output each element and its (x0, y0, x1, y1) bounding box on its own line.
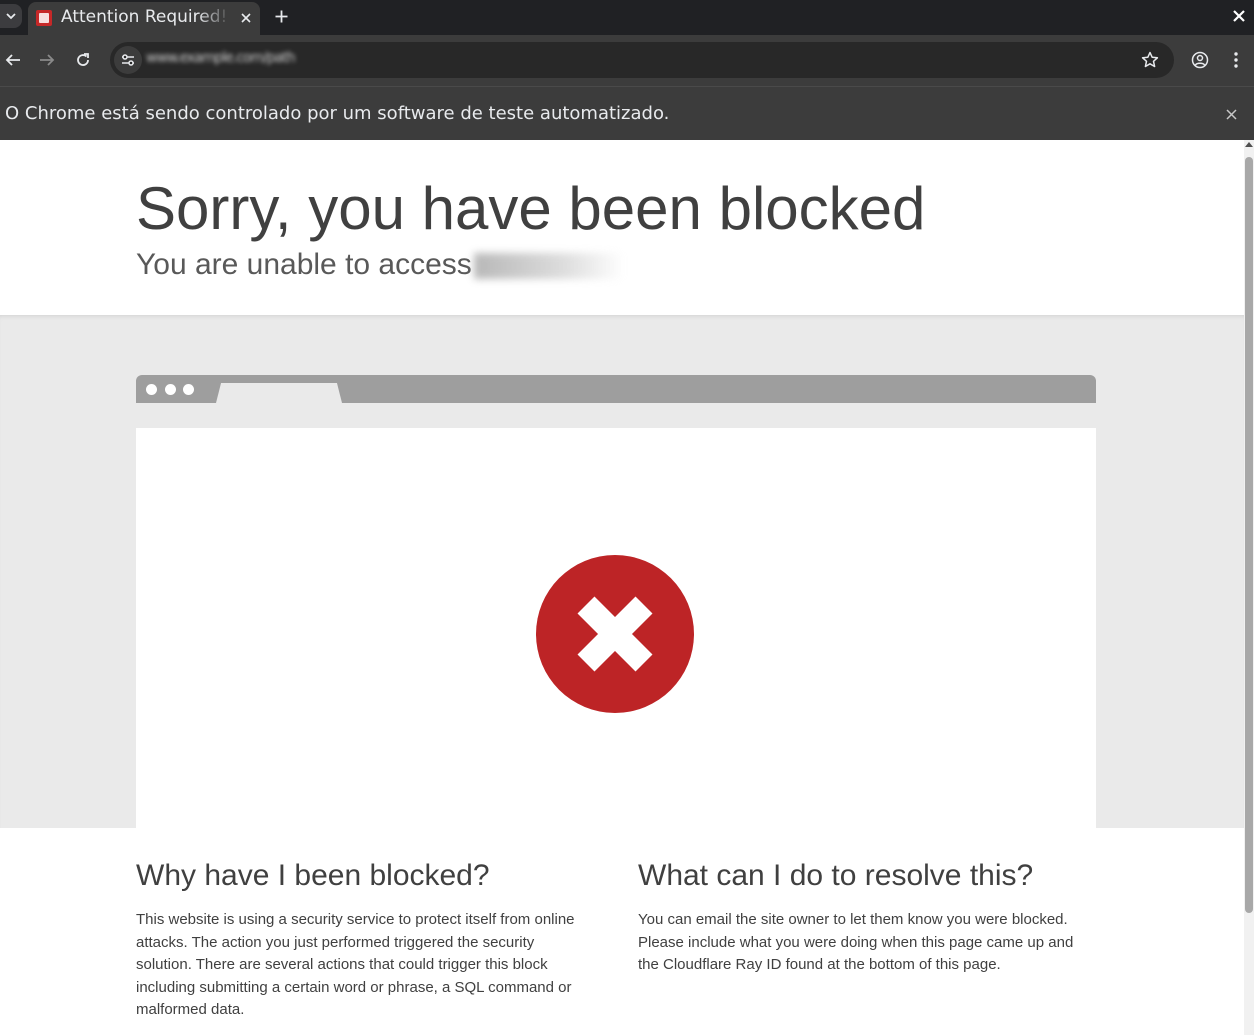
resolve-column: What can I do to resolve this? You can e… (638, 859, 1096, 977)
browser-illustration-window (136, 428, 1096, 828)
illustration-tab (216, 383, 342, 403)
blocked-x-icon (536, 555, 694, 713)
tab-close-button[interactable] (236, 8, 256, 28)
site-info-button[interactable] (114, 46, 142, 74)
page-title: Sorry, you have been blocked (136, 175, 926, 242)
infobar-close-button[interactable] (1220, 103, 1242, 125)
why-blocked-heading: Why have I been blocked? (136, 859, 490, 892)
tab-search-button[interactable] (0, 4, 22, 28)
close-icon (241, 13, 251, 23)
infobar-message: O Chrome está sendo controlado por um so… (5, 103, 670, 124)
illustration-band (0, 315, 1244, 828)
reload-button[interactable] (70, 47, 96, 73)
page-subtitle: You are unable to access (136, 248, 624, 282)
new-tab-button[interactable] (270, 5, 292, 27)
forward-button[interactable] (34, 47, 60, 73)
profile-icon (1191, 51, 1209, 69)
close-icon (1225, 108, 1237, 120)
subtitle-text: You are unable to access (136, 248, 472, 281)
tab-strip: Attention Required! | Cloudflare (0, 0, 1254, 35)
reload-icon (77, 53, 89, 66)
scrollbar-thumb[interactable] (1245, 157, 1253, 913)
block-header: Sorry, you have been blocked You are una… (0, 140, 1244, 315)
illustration-dot (165, 384, 176, 395)
explanation-section: Why have I been blocked? This website is… (0, 828, 1244, 1035)
resolve-text: You can email the site owner to let them… (638, 911, 1074, 973)
favicon-icon (36, 10, 52, 26)
resolve-heading: What can I do to resolve this? (638, 859, 1034, 892)
address-bar[interactable]: www.example.com/path (110, 42, 1174, 78)
site-info-icon (122, 54, 134, 66)
window-close-button[interactable] (1228, 5, 1250, 27)
forward-arrow-icon (40, 54, 55, 66)
illustration-dot (183, 384, 194, 395)
menu-button[interactable] (1223, 47, 1249, 73)
close-icon (1233, 10, 1245, 22)
why-blocked-column: Why have I been blocked? This website is… (136, 859, 594, 1022)
tab-title: Attention Required! | Cloudflare (61, 7, 231, 27)
automation-infobar: O Chrome está sendo controlado por um so… (0, 86, 1254, 140)
redacted-domain (473, 253, 624, 280)
why-blocked-text: This website is using a security service… (136, 911, 575, 1018)
illustration-dot (146, 384, 157, 395)
active-tab[interactable]: Attention Required! | Cloudflare (28, 2, 260, 35)
back-button[interactable] (0, 47, 26, 73)
profile-button[interactable] (1187, 47, 1213, 73)
page-scrollbar[interactable] (1244, 140, 1254, 1035)
browser-toolbar: www.example.com/path (0, 35, 1254, 86)
browser-illustration-bar (136, 375, 1096, 403)
url-text: www.example.com/path (146, 50, 296, 66)
back-arrow-icon (5, 54, 20, 66)
chevron-down-icon (6, 13, 16, 20)
bookmark-button[interactable] (1138, 48, 1162, 72)
page-viewport: Sorry, you have been blocked You are una… (0, 140, 1244, 1035)
kebab-menu-icon (1234, 52, 1238, 68)
scroll-up-arrow-icon[interactable] (1245, 142, 1253, 147)
plus-icon (275, 10, 287, 22)
star-icon (1141, 51, 1159, 68)
